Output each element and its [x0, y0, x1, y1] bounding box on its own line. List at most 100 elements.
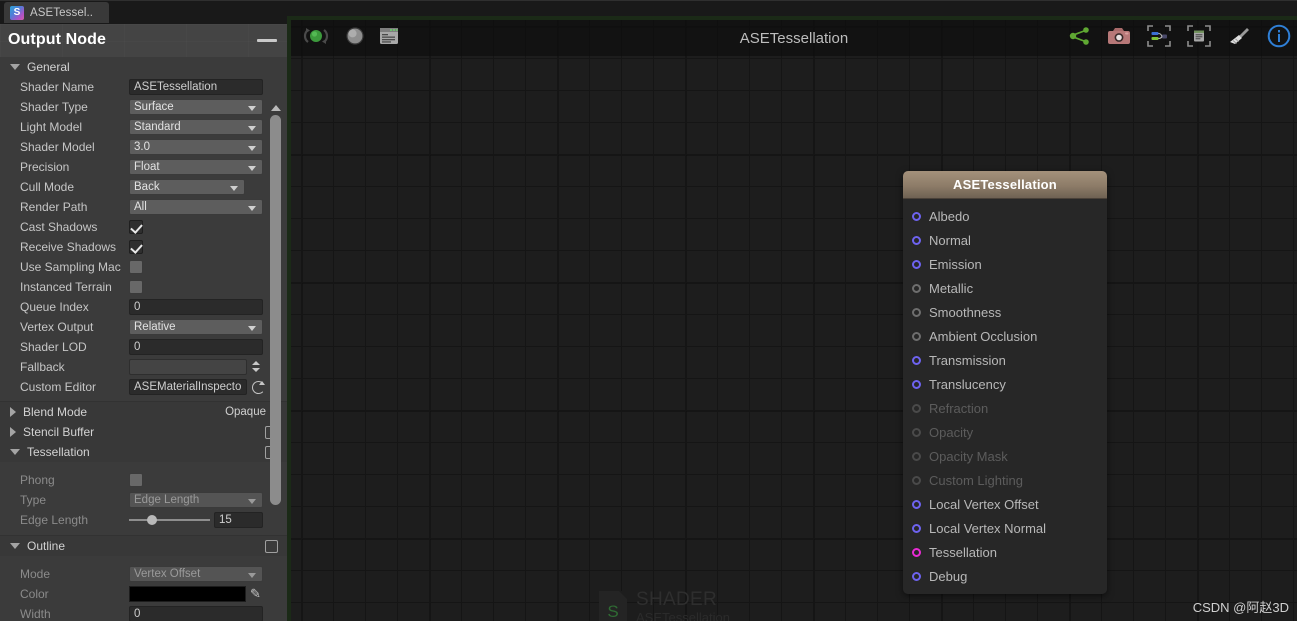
port-label: Albedo [929, 208, 970, 224]
camera-icon[interactable] [1107, 26, 1131, 51]
shader-type-dropdown[interactable]: Surface [129, 99, 263, 115]
port-dot-icon[interactable] [912, 259, 921, 269]
port-dot-icon[interactable] [912, 475, 921, 485]
shader-graph-canvas[interactable]: ASETessellation ASETessellation Albedo N… [291, 20, 1297, 621]
label-outline-mode: Mode [20, 567, 51, 581]
port-dot-icon[interactable] [912, 451, 921, 461]
fallback-stepper-icon[interactable] [252, 361, 260, 372]
port-dot-icon[interactable] [912, 571, 921, 581]
section-header-stencil-buffer[interactable]: Stencil Buffer [0, 422, 287, 442]
phong-checkbox[interactable] [129, 473, 143, 487]
minimize-icon[interactable] [257, 39, 277, 42]
tessellation-type-dropdown[interactable]: Edge Length [129, 492, 263, 508]
instanced-terrain-checkbox[interactable] [129, 280, 143, 294]
section-label-outline: Outline [27, 539, 66, 553]
port-dot-icon[interactable] [912, 283, 921, 293]
cull-mode-dropdown[interactable]: Back [129, 179, 245, 195]
port-row-emission[interactable]: Emission [903, 252, 1107, 276]
port-row-debug[interactable]: Debug [903, 564, 1107, 588]
scrollbar-thumb[interactable] [270, 115, 281, 505]
port-row-albedo[interactable]: Albedo [903, 204, 1107, 228]
receive-shadows-checkbox[interactable] [129, 240, 143, 254]
graph-toolbar-right [1069, 20, 1291, 56]
port-row-smoothness[interactable]: Smoothness [903, 300, 1107, 324]
use-sampling-macros-checkbox[interactable] [129, 260, 143, 274]
port-row-local-vertex-normal[interactable]: Local Vertex Normal [903, 516, 1107, 540]
port-row-metallic[interactable]: Metallic [903, 276, 1107, 300]
scroll-up-arrow-icon[interactable] [271, 105, 281, 111]
chevron-down-icon [248, 166, 256, 171]
focus-node-icon[interactable] [1147, 24, 1171, 52]
master-node-asetessellation[interactable]: ASETessellation Albedo Normal Emission M… [903, 171, 1107, 594]
port-row-local-vertex-offset[interactable]: Local Vertex Offset [903, 492, 1107, 516]
outline-mode-dropdown[interactable]: Vertex Offset [129, 566, 263, 582]
port-row-ambient-occlusion[interactable]: Ambient Occlusion [903, 324, 1107, 348]
tessellation-type-value: Edge Length [134, 494, 200, 506]
light-model-dropdown[interactable]: Standard [129, 119, 263, 135]
inspector-scrollbar[interactable] [269, 105, 282, 505]
chevron-right-icon [10, 407, 16, 417]
outline-checkbox[interactable] [265, 540, 278, 553]
info-circle-icon[interactable] [1267, 24, 1291, 53]
shader-name-input[interactable]: ASETessellation [129, 79, 263, 95]
port-dot-icon[interactable] [912, 307, 921, 317]
port-dot-icon[interactable] [912, 379, 921, 389]
outline-color-swatch[interactable] [129, 586, 246, 602]
port-dot-icon[interactable] [912, 355, 921, 365]
port-dot-icon[interactable] [912, 523, 921, 533]
outline-width-input[interactable]: 0 [129, 606, 263, 621]
refresh-circle-green-icon[interactable] [301, 26, 331, 51]
sphere-icon[interactable] [345, 26, 365, 51]
port-row-opacity[interactable]: Opacity [903, 420, 1107, 444]
section-header-blend-mode[interactable]: Blend Mode Opaque [0, 402, 287, 422]
port-dot-icon[interactable] [912, 331, 921, 341]
shader-model-dropdown[interactable]: 3.0 [129, 139, 263, 155]
row-queue-index: Queue Index 0 [0, 297, 287, 317]
render-path-dropdown[interactable]: All [129, 199, 263, 215]
port-row-normal[interactable]: Normal [903, 228, 1107, 252]
chevron-down-icon [248, 206, 256, 211]
custom-editor-input[interactable]: ASEMaterialInspecto [129, 379, 247, 395]
port-dot-icon[interactable] [912, 499, 921, 509]
section-header-outline[interactable]: Outline [0, 536, 287, 556]
port-row-translucency[interactable]: Translucency [903, 372, 1107, 396]
vertex-output-dropdown[interactable]: Relative [129, 319, 263, 335]
console-window-icon[interactable] [379, 26, 399, 51]
node-port-list: Albedo Normal Emission Metallic Smoothne… [903, 199, 1107, 594]
share-icon[interactable] [1069, 26, 1091, 51]
cast-shadows-checkbox[interactable] [129, 220, 143, 234]
port-label: Translucency [929, 376, 1006, 392]
eyedropper-icon[interactable]: ✎ [250, 587, 264, 601]
focus-list-icon[interactable] [1187, 24, 1211, 52]
tab-asetessellation[interactable]: S ASETessel.. [4, 2, 109, 23]
chevron-down-icon [248, 146, 256, 151]
shader-lod-input[interactable]: 0 [129, 339, 263, 355]
port-dot-icon[interactable] [912, 427, 921, 437]
precision-dropdown[interactable]: Float [129, 159, 263, 175]
port-row-tessellation[interactable]: Tessellation [903, 540, 1107, 564]
edge-length-value-input[interactable]: 15 [214, 512, 263, 528]
broom-icon[interactable] [1227, 26, 1251, 51]
chevron-down-icon [10, 64, 20, 70]
port-row-custom-lighting[interactable]: Custom Lighting [903, 468, 1107, 492]
port-row-opacity-mask[interactable]: Opacity Mask [903, 444, 1107, 468]
port-row-transmission[interactable]: Transmission [903, 348, 1107, 372]
chevron-down-icon [248, 106, 256, 111]
section-header-general[interactable]: General [0, 57, 287, 77]
fallback-input[interactable] [129, 359, 247, 375]
port-label: Smoothness [929, 304, 1002, 320]
port-dot-icon[interactable] [912, 211, 921, 221]
port-row-refraction[interactable]: Refraction [903, 396, 1107, 420]
section-header-tessellation[interactable]: Tessellation [0, 442, 287, 462]
edge-length-slider[interactable] [129, 515, 210, 525]
section-label-blend-mode: Blend Mode [23, 405, 88, 419]
port-dot-icon[interactable] [912, 403, 921, 413]
port-dot-icon[interactable] [912, 235, 921, 245]
blend-mode-value: Opaque [225, 406, 266, 418]
slider-knob[interactable] [147, 515, 157, 525]
reload-icon[interactable] [252, 381, 265, 394]
label-use-sampling-macros: Use Sampling Mac [20, 260, 121, 274]
light-model-value: Standard [134, 121, 181, 133]
port-dot-icon[interactable] [912, 547, 921, 557]
queue-index-input[interactable]: 0 [129, 299, 263, 315]
